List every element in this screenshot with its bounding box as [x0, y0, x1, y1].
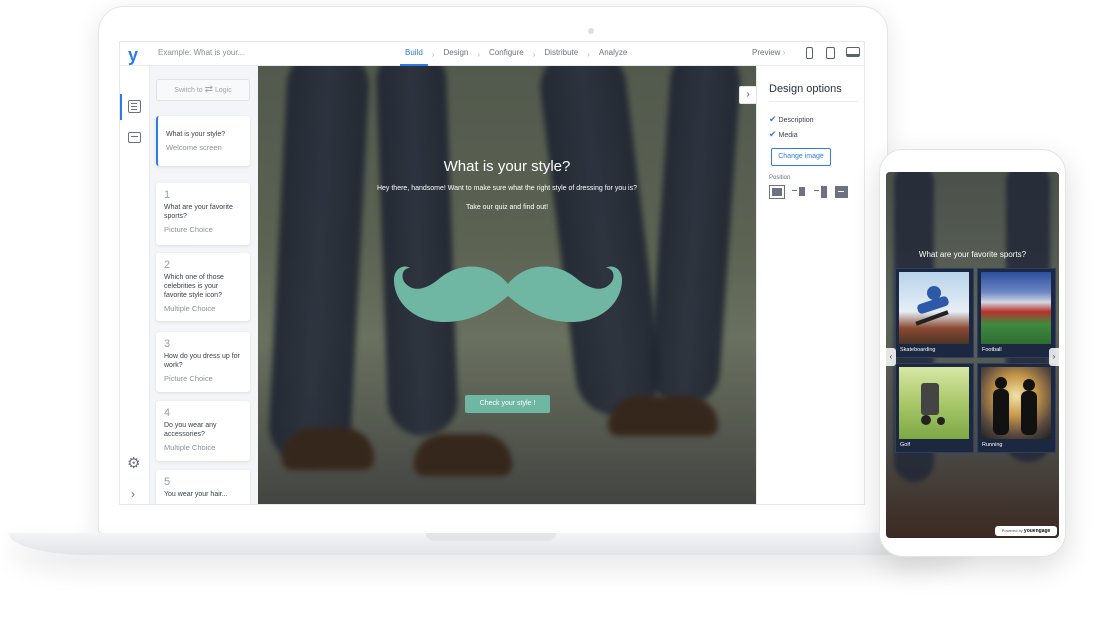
check-icon: ✔ — [769, 129, 777, 139]
gear-icon[interactable]: ⚙ — [127, 454, 140, 472]
quiz-canvas: What is your style? Hey there, handsome!… — [258, 66, 756, 504]
running-image — [981, 367, 1051, 439]
questions-icon[interactable] — [128, 100, 141, 113]
question-text: What are your favorite sports? — [164, 204, 233, 220]
question-type: Welcome screen — [166, 143, 222, 152]
tab-configure[interactable]: Configure — [484, 42, 529, 66]
skateboarding-image — [899, 272, 969, 344]
canvas-subtitle[interactable]: Take our quiz and find out! — [258, 204, 756, 211]
question-card-3[interactable]: 3 How do you dress up for work? Picture … — [156, 332, 250, 392]
switch-to-logic-button[interactable]: Switch to ⇄ Logic — [156, 79, 250, 101]
design-options-panel: › Design options ✔ Description ✔ Media Cha… — [739, 66, 864, 504]
choice-football[interactable]: Football — [977, 268, 1056, 358]
sync-icon: ⇄ — [204, 84, 214, 95]
check-icon: ✔ — [769, 114, 777, 124]
divider — [769, 101, 859, 102]
app-logo[interactable]: y — [128, 46, 138, 64]
app-screen: y Example: What is your... Build › Desig… — [119, 41, 865, 505]
question-type: Multiple Choice — [164, 304, 216, 313]
collapse-panel-button[interactable]: › — [739, 86, 757, 104]
brand-name: youengage — [1023, 528, 1051, 534]
question-text: Do you wear any accessories? — [164, 422, 217, 438]
powered-by-badge[interactable]: Powered by youengage — [995, 526, 1057, 536]
question-card-5[interactable]: 5 You wear your hair... — [156, 470, 250, 504]
phone-screen: What are your favorite sports? Skateboar… — [886, 172, 1059, 538]
change-image-button[interactable]: Change image — [771, 148, 831, 166]
chevron-right-icon: › — [587, 49, 590, 59]
question-text: Which one of those celebrities is your f… — [164, 274, 224, 299]
rail-active-indicator — [120, 94, 122, 120]
description-toggle[interactable]: ✔ Description — [769, 114, 814, 125]
choice-label: Golf — [900, 442, 911, 448]
preview-label[interactable]: Preview › — [752, 48, 785, 57]
choice-golf[interactable]: Golf — [895, 363, 974, 453]
choice-label: Skateboarding — [900, 347, 936, 353]
position-right-option[interactable] — [813, 185, 829, 199]
phone-frame: What are your favorite sports? Skateboar… — [879, 149, 1066, 557]
camera-dot — [588, 28, 594, 34]
canvas-title[interactable]: What is your style? — [258, 158, 756, 175]
tab-build[interactable]: Build — [400, 42, 428, 66]
main-tabs: Build › Design › Configure › Distribute … — [400, 42, 632, 66]
check-style-button[interactable]: Check your style ! — [465, 395, 550, 413]
laptop-base — [8, 533, 974, 555]
tab-design[interactable]: Design — [438, 42, 473, 66]
media-label: Media — [778, 132, 798, 139]
question-type: Multiple Choice — [164, 443, 216, 452]
switch-target: Logic — [214, 87, 232, 94]
carousel-prev-button[interactable]: ‹ — [886, 348, 896, 366]
desktop-preview-icon[interactable] — [846, 47, 860, 57]
switch-label: Switch to — [174, 87, 203, 94]
description-label: Description — [778, 117, 814, 124]
choice-running[interactable]: Running — [977, 363, 1056, 453]
position-full-option[interactable] — [835, 186, 848, 198]
top-bar: y Example: What is your... Build › Desig… — [120, 42, 864, 66]
question-text: You wear your hair... — [164, 491, 228, 498]
tab-analyze[interactable]: Analyze — [594, 42, 632, 66]
powered-by-text: Powered by — [1001, 528, 1023, 533]
choice-label: Running — [982, 442, 1003, 448]
position-left-option[interactable] — [791, 185, 807, 199]
position-label: Position — [769, 175, 791, 181]
phone-preview-icon[interactable] — [806, 47, 813, 59]
chevron-right-icon[interactable]: › — [131, 487, 135, 501]
question-text: How do you dress up for work? — [164, 353, 240, 369]
phone-question: What are your favorite sports? — [918, 250, 1027, 259]
question-card-welcome[interactable]: What is your style? Welcome screen — [156, 116, 250, 166]
question-card-2[interactable]: 2 Which one of those celebrities is your… — [156, 253, 250, 321]
question-text: What is your style? — [166, 131, 226, 138]
question-type: Picture Choice — [164, 374, 213, 383]
preview-text: Preview — [752, 48, 781, 57]
laptop-notch — [426, 533, 556, 541]
choice-skateboarding[interactable]: Skateboarding — [895, 268, 974, 358]
icon-rail: ⚙ › — [120, 66, 150, 504]
question-number: 3 — [164, 338, 171, 350]
choice-label: Football — [982, 347, 1002, 353]
mustache-icon — [394, 266, 622, 322]
question-card-4[interactable]: 4 Do you wear any accessories? Multiple … — [156, 401, 250, 461]
question-number: 1 — [164, 189, 171, 201]
chevron-right-icon: › — [431, 49, 435, 59]
chevron-right-icon: › — [477, 49, 481, 59]
quiz-title[interactable]: Example: What is your... — [158, 48, 244, 57]
tablet-preview-icon[interactable] — [826, 47, 835, 59]
football-image — [981, 272, 1051, 344]
tab-distribute[interactable]: Distribute — [539, 42, 583, 66]
presentation-icon[interactable] — [128, 132, 141, 143]
question-list: Switch to ⇄ Logic What is your style? We… — [150, 66, 258, 504]
design-options-title: Design options — [769, 83, 842, 95]
question-number: 2 — [164, 259, 171, 271]
question-number: 5 — [164, 476, 171, 488]
position-background-option[interactable] — [769, 185, 785, 199]
golf-image — [899, 367, 969, 439]
canvas-description[interactable]: Hey there, handsome! Want to make sure w… — [258, 185, 756, 192]
chevron-right-icon: › — [532, 49, 536, 59]
question-type: Picture Choice — [164, 225, 213, 234]
carousel-next-button[interactable]: › — [1049, 348, 1059, 366]
question-card-1[interactable]: 1 What are your favorite sports? Picture… — [156, 183, 250, 245]
question-number: 4 — [164, 407, 171, 419]
media-toggle[interactable]: ✔ Media — [769, 129, 798, 140]
